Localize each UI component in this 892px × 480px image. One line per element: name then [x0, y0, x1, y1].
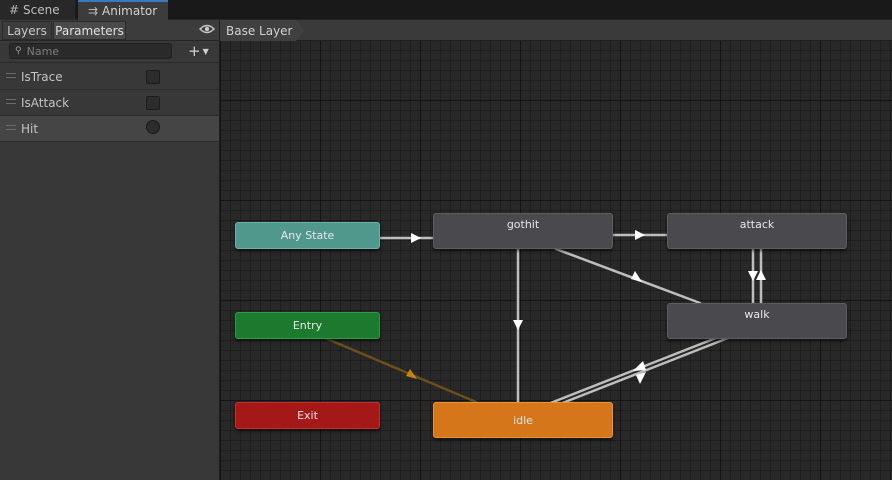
chevron-down-icon: ▼ [202, 46, 209, 56]
state-exit[interactable]: Exit [235, 402, 380, 429]
grid-icon: # [8, 3, 20, 17]
tab-scene-label: Scene [23, 3, 60, 17]
parameters-panel: Layers Parameters ⚲ + ▼ IsTrace IsAttack… [0, 20, 220, 480]
eye-icon[interactable] [199, 23, 215, 37]
search-field[interactable]: ⚲ [9, 43, 172, 59]
parameter-row-isattack[interactable]: IsAttack [0, 90, 219, 116]
panel-toolbar: Layers Parameters [0, 20, 219, 41]
tab-scene[interactable]: # Scene [0, 0, 76, 20]
tab-parameters[interactable]: Parameters [53, 21, 126, 40]
drag-handle-icon[interactable] [6, 73, 16, 78]
drag-handle-icon[interactable] [6, 99, 16, 104]
breadcrumb: Base Layer [220, 20, 892, 41]
bool-checkbox[interactable] [146, 70, 160, 84]
animator-icon: ⇉ [87, 4, 99, 18]
state-any-state[interactable]: Any State [235, 222, 380, 249]
plus-icon: + [188, 42, 201, 60]
state-attack[interactable]: attack [667, 213, 847, 249]
trigger-radio[interactable] [146, 120, 160, 134]
tab-animator-label: Animator [102, 4, 158, 18]
state-entry[interactable]: Entry [235, 312, 380, 339]
search-input[interactable] [26, 44, 162, 58]
add-parameter-button[interactable]: + ▼ [188, 42, 218, 60]
state-idle-default[interactable]: idle [433, 402, 613, 438]
breadcrumb-base-layer[interactable]: Base Layer [220, 20, 304, 41]
parameter-row-hit[interactable]: Hit [0, 116, 219, 142]
tab-layers[interactable]: Layers [2, 21, 52, 40]
parameter-row-istrace[interactable]: IsTrace [0, 64, 219, 90]
window-tab-bar: # Scene ⇉ Animator [0, 0, 892, 20]
parameter-name: IsAttack [21, 96, 70, 110]
search-icon: ⚲ [15, 46, 22, 56]
state-walk[interactable]: walk [667, 303, 847, 339]
parameter-name: IsTrace [21, 70, 63, 84]
bool-checkbox[interactable] [146, 96, 160, 110]
state-gothit[interactable]: gothit [433, 213, 613, 249]
drag-handle-icon[interactable] [6, 125, 16, 130]
tab-animator[interactable]: ⇉ Animator [78, 0, 168, 20]
parameter-name: Hit [21, 122, 39, 136]
search-row: ⚲ + ▼ [0, 41, 219, 63]
